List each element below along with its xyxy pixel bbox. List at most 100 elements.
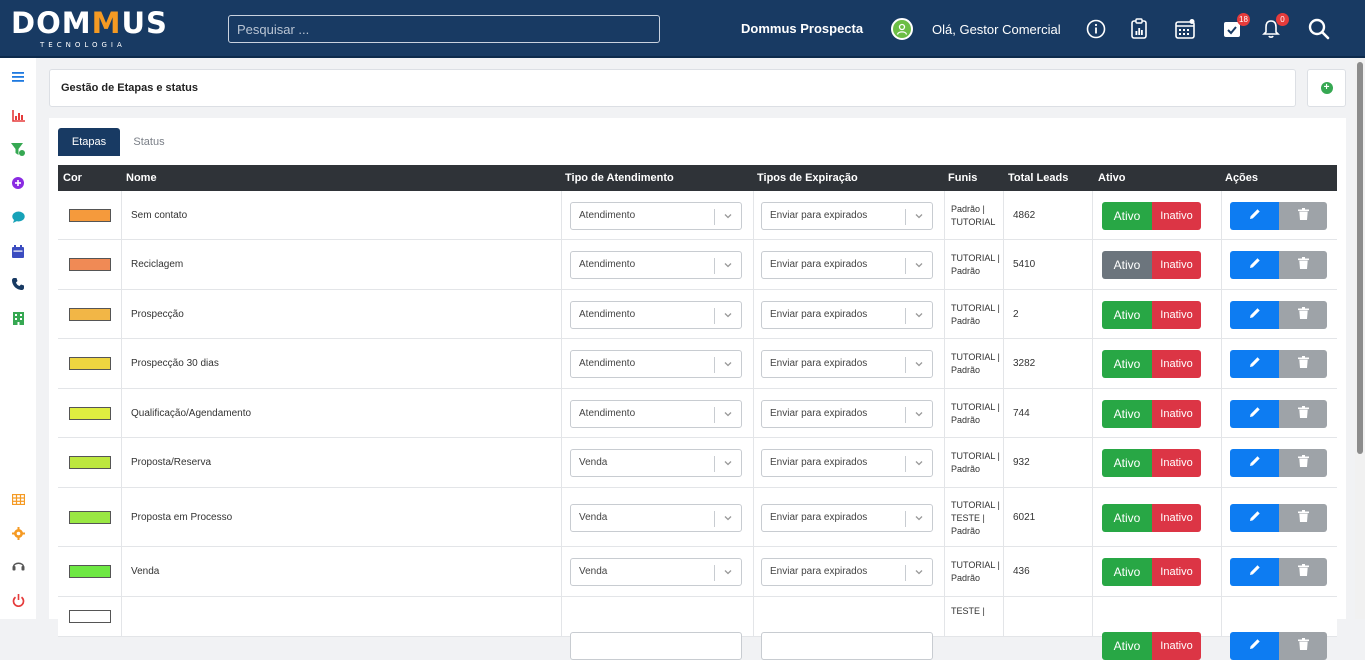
expiracao-select[interactable]: Enviar para expirados (761, 350, 933, 378)
edit-button[interactable] (1230, 350, 1279, 378)
ativo-button[interactable]: Ativo (1102, 558, 1152, 586)
tipo-atendimento-select[interactable]: Atendimento (570, 251, 742, 279)
building-icon[interactable] (10, 310, 26, 326)
edit-button[interactable] (1230, 301, 1279, 329)
phone-icon[interactable] (10, 276, 26, 292)
ativo-button[interactable]: Ativo (1102, 632, 1152, 660)
delete-button[interactable] (1279, 400, 1327, 428)
funis-list: TUTORIAL | Padrão (951, 352, 1000, 375)
expiracao-select[interactable]: Enviar para expirados (761, 558, 933, 586)
color-swatch[interactable] (69, 357, 111, 370)
color-swatch[interactable] (69, 308, 111, 321)
color-swatch[interactable] (69, 610, 111, 623)
add-button[interactable]: + (1307, 69, 1346, 107)
edit-button[interactable] (1230, 558, 1279, 586)
tipo-atendimento-select[interactable]: Venda (570, 504, 742, 532)
tipo-atendimento-select[interactable]: Atendimento (570, 400, 742, 428)
chart-icon[interactable] (10, 108, 26, 124)
scrollbar[interactable] (1355, 58, 1365, 619)
user-greeting[interactable]: Olá, Gestor Comercial (932, 22, 1061, 37)
edit-button[interactable] (1230, 202, 1279, 230)
cell-divider (1092, 240, 1093, 289)
calendar-icon[interactable] (10, 243, 26, 259)
color-swatch[interactable] (69, 209, 111, 222)
ativo-button[interactable]: Ativo (1102, 350, 1152, 378)
scrollbar-thumb[interactable] (1357, 62, 1363, 454)
color-swatch[interactable] (69, 456, 111, 469)
tipo-atendimento-select[interactable] (570, 632, 742, 660)
search-input[interactable] (228, 15, 660, 43)
expiracao-select[interactable]: Enviar para expirados (761, 251, 933, 279)
delete-button[interactable] (1279, 449, 1327, 477)
inativo-button[interactable]: Inativo (1152, 301, 1201, 329)
ativo-button[interactable]: Ativo (1102, 202, 1152, 230)
cell-divider (753, 547, 754, 596)
cell-divider (944, 547, 945, 596)
tipo-atendimento-select[interactable]: Venda (570, 449, 742, 477)
expiracao-select[interactable]: Enviar para expirados (761, 301, 933, 329)
inativo-button[interactable]: Inativo (1152, 558, 1201, 586)
tab-etapas[interactable]: Etapas (58, 128, 120, 156)
info-icon[interactable] (1084, 17, 1108, 41)
funnel-icon[interactable] (10, 141, 26, 157)
inativo-button[interactable]: Inativo (1152, 202, 1201, 230)
table-icon[interactable] (10, 491, 26, 507)
expiracao-select[interactable]: Enviar para expirados (761, 202, 933, 230)
ativo-button[interactable]: Ativo (1102, 400, 1152, 428)
tipo-atendimento-select[interactable]: Atendimento (570, 350, 742, 378)
delete-button[interactable] (1279, 558, 1327, 586)
chat-icon[interactable] (10, 209, 26, 225)
ativo-button[interactable]: Ativo (1102, 251, 1152, 279)
menu-icon[interactable] (10, 69, 26, 85)
delete-button[interactable] (1279, 251, 1327, 279)
inativo-button[interactable]: Inativo (1152, 504, 1201, 532)
delete-button[interactable] (1279, 350, 1327, 378)
delete-button[interactable] (1279, 202, 1327, 230)
edit-button[interactable] (1230, 400, 1279, 428)
page-title: Gestão de Etapas e status (61, 82, 198, 94)
task-check-icon[interactable]: 18 (1220, 13, 1250, 41)
tab-status[interactable]: Status (125, 128, 173, 156)
stage-name: Prospecção (131, 309, 184, 320)
edit-button[interactable] (1230, 449, 1279, 477)
edit-button[interactable] (1230, 504, 1279, 532)
headset-icon[interactable] (10, 558, 26, 574)
tipo-atendimento-select[interactable]: Atendimento (570, 301, 742, 329)
tipo-atendimento-select[interactable]: Venda (570, 558, 742, 586)
ativo-button[interactable]: Ativo (1102, 504, 1152, 532)
cell-divider (1003, 339, 1004, 388)
color-swatch[interactable] (69, 511, 111, 524)
color-swatch[interactable] (69, 407, 111, 420)
ativo-button[interactable]: Ativo (1102, 449, 1152, 477)
color-swatch[interactable] (69, 258, 111, 271)
inativo-button[interactable]: Inativo (1152, 350, 1201, 378)
stage-name: Proposta em Processo (131, 512, 233, 523)
clipboard-chart-icon[interactable] (1127, 17, 1151, 41)
inativo-button[interactable]: Inativo (1152, 449, 1201, 477)
search-icon[interactable] (1307, 17, 1331, 41)
expiracao-select[interactable]: Enviar para expirados (761, 504, 933, 532)
expiracao-select[interactable]: Enviar para expirados (761, 400, 933, 428)
edit-button[interactable] (1230, 632, 1279, 660)
select-separator (905, 511, 906, 527)
color-swatch[interactable] (69, 565, 111, 578)
expiracao-select[interactable] (761, 632, 933, 660)
cell-divider (561, 240, 562, 289)
logo[interactable]: DOMMUS (11, 8, 168, 38)
delete-button[interactable] (1279, 301, 1327, 329)
power-icon[interactable] (10, 592, 26, 608)
user-avatar-icon[interactable] (891, 18, 913, 40)
expiracao-select[interactable]: Enviar para expirados (761, 449, 933, 477)
ativo-button[interactable]: Ativo (1102, 301, 1152, 329)
inativo-button[interactable]: Inativo (1152, 400, 1201, 428)
tipo-atendimento-select[interactable]: Atendimento (570, 202, 742, 230)
delete-button[interactable] (1279, 504, 1327, 532)
plus-circle-icon[interactable] (10, 175, 26, 191)
inativo-button[interactable]: Inativo (1152, 251, 1201, 279)
inativo-button[interactable]: Inativo (1152, 632, 1201, 660)
edit-button[interactable] (1230, 251, 1279, 279)
calendar-icon[interactable] (1173, 17, 1197, 41)
bell-icon[interactable]: 0 (1259, 13, 1289, 41)
delete-button[interactable] (1279, 632, 1327, 660)
gear-icon[interactable] (10, 525, 26, 541)
